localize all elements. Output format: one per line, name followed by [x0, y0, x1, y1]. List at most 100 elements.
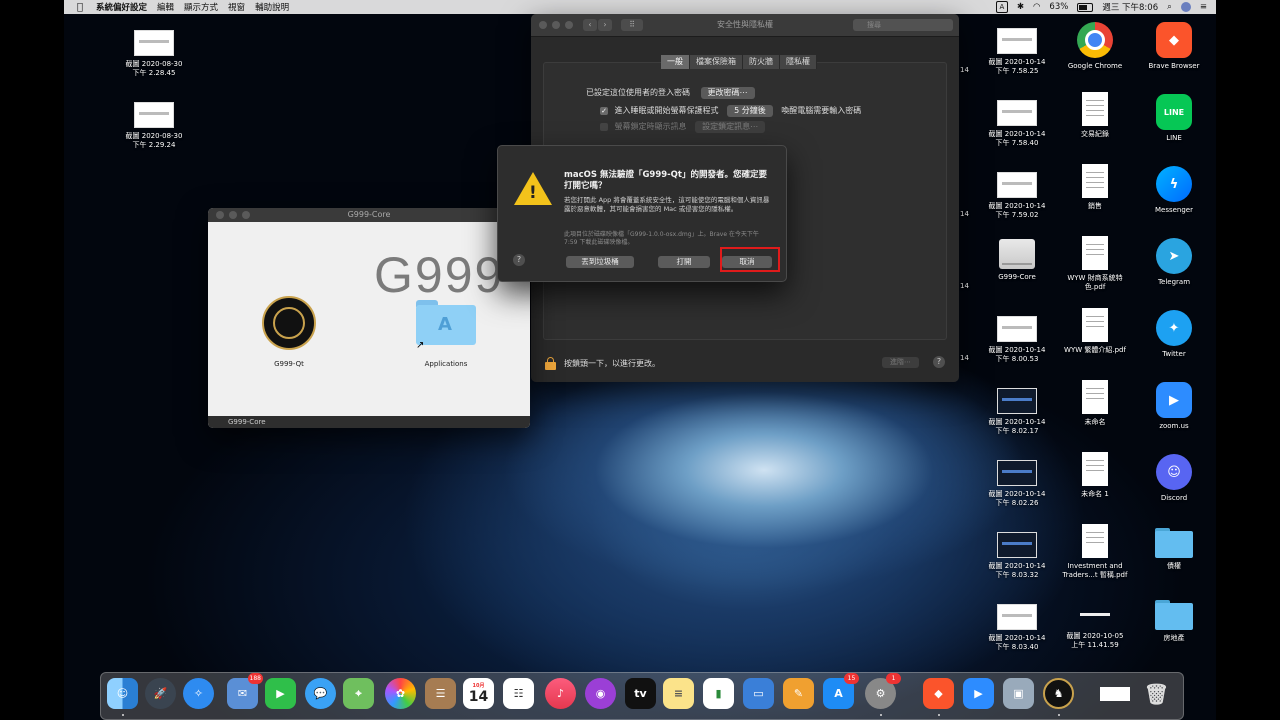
folder-icon — [1155, 600, 1193, 630]
preview-icon[interactable]: ▣ — [1003, 678, 1034, 709]
desktop-file-screenshot[interactable]: 截圖 2020-10-14 下午 8.03.40 — [982, 604, 1052, 652]
desktop-file-screenshot[interactable]: 截圖 2020-10-14 下午 8.02.26 — [982, 460, 1052, 508]
desktop-app-brave[interactable]: ◆ Brave Browser — [1139, 22, 1209, 71]
menu-app-name[interactable]: 系統偏好設定 — [96, 1, 147, 13]
input-source-icon[interactable]: A — [995, 1, 1008, 13]
desktop-disk-g999-core[interactable]: G999-Core — [982, 236, 1052, 282]
lock-icon[interactable] — [545, 357, 556, 370]
tab-filevault[interactable]: 檔案保險箱 — [690, 55, 743, 69]
tab-privacy[interactable]: 隱私權 — [780, 55, 817, 69]
contacts-icon[interactable]: ☰ — [425, 678, 456, 709]
desktop-file-screenshot[interactable]: 截圖 2020-10-14 下午 8.02.17 — [982, 388, 1052, 436]
desktop-file-screenshot[interactable]: 截圖 2020-10-05 上午 11.41.59 — [1060, 604, 1130, 650]
bluetooth-icon[interactable]: ✱ — [1017, 2, 1024, 12]
desktop-file-wyw-intro-pdf[interactable]: WYW 繁體介紹.pdf — [1060, 308, 1130, 355]
desktop-app-google-chrome[interactable]: Google Chrome — [1060, 22, 1130, 71]
desktop-file-screenshot[interactable]: 截圖 2020-10-14 下午 7.59.02 — [982, 172, 1052, 220]
desktop-file-wyw-features-pdf[interactable]: WYW 財商系統特 色.pdf — [1060, 236, 1130, 292]
require-password-checkbox[interactable]: ✓ — [600, 106, 608, 115]
apple-tv-icon[interactable]: tv — [625, 678, 656, 709]
tab-bar: 一般 檔案保險箱 防火牆 隱私權 — [661, 55, 817, 69]
tab-general[interactable]: 一般 — [661, 55, 690, 69]
desktop-file-screenshot[interactable]: 截圖 2020-10-14 下午 7.58.25 — [982, 28, 1052, 76]
finder-icon[interactable]: ☺ — [107, 678, 138, 709]
spotlight-icon[interactable]: ⌕ — [1167, 2, 1172, 12]
search-input[interactable]: 搜尋 — [853, 19, 953, 31]
discord-icon: ☺ — [1156, 454, 1192, 490]
mail-icon[interactable]: ✉ 188 — [227, 673, 263, 709]
tab-firewall[interactable]: 防火牆 — [743, 55, 780, 69]
desktop-app-zoom[interactable]: ▶ zoom.us — [1139, 382, 1209, 431]
facetime-icon[interactable]: ▶ — [265, 678, 296, 709]
pdf-icon — [1082, 236, 1108, 270]
document-icon — [1082, 452, 1108, 486]
desktop-file-investment-pdf[interactable]: Investment and Traders...t 暫稱.pdf — [1060, 524, 1130, 580]
desktop-file-screenshot[interactable]: 截圖 2020-10-14 下午 7.58.40 — [982, 100, 1052, 148]
change-password-button[interactable]: 更改密碼⋯ — [700, 87, 755, 99]
user-avatar-icon[interactable] — [1180, 2, 1191, 12]
background-title: G999 — [374, 247, 505, 303]
menu-edit[interactable]: 編輯 — [157, 1, 174, 13]
zoom-dock-icon[interactable]: ▶ — [963, 678, 994, 709]
g999-qt-dock-icon[interactable]: ♞ — [1043, 678, 1074, 709]
apple-menu-icon[interactable]:  — [74, 1, 86, 13]
g999-qt-app-icon[interactable] — [262, 296, 316, 350]
screenshot-thumbnail — [134, 30, 174, 56]
applications-folder-icon[interactable]: A — [416, 300, 476, 345]
notification-center-icon[interactable]: ≡ — [1200, 2, 1207, 12]
desktop-file-screenshot[interactable]: 截圖 2020-08-30 下午 2.29.24 — [119, 102, 189, 150]
system-preferences-icon[interactable]: ⚙ 1 — [865, 673, 901, 709]
photos-icon[interactable]: ✿ — [385, 678, 416, 709]
desktop-app-discord[interactable]: ☺ Discord — [1139, 454, 1209, 503]
menu-bar:  系統偏好設定 編輯 顯示方式 視窗 輔助說明 A ✱ ◠ 63% 週三 下午… — [64, 0, 1216, 14]
numbers-icon[interactable]: ▮ — [703, 678, 734, 709]
trash-icon[interactable]: 🗑 — [1141, 678, 1172, 709]
maps-icon[interactable]: ⌖ — [343, 678, 374, 709]
desktop-file-screenshot[interactable]: 截圖 2020-10-14 下午 8.00.53 — [982, 316, 1052, 364]
wifi-icon[interactable]: ◠ — [1033, 2, 1040, 12]
brave-dock-icon[interactable]: ◆ — [923, 678, 954, 709]
help-button[interactable]: ? — [933, 356, 945, 368]
desktop-file-untitled[interactable]: 未命名 — [1060, 380, 1130, 427]
desktop-app-messenger[interactable]: ϟ Messenger — [1139, 166, 1209, 215]
menu-view[interactable]: 顯示方式 — [184, 1, 218, 13]
menu-help[interactable]: 輔助說明 — [255, 1, 289, 13]
lock-message-checkbox[interactable] — [600, 122, 608, 131]
lock-hint: 按鎖頭一下，以進行更改。 — [564, 359, 660, 368]
advanced-button[interactable]: 進階⋯ — [882, 357, 919, 368]
battery-percent[interactable]: 63% — [1049, 2, 1068, 12]
launchpad-icon[interactable]: 🚀 — [145, 678, 176, 709]
podcasts-icon[interactable]: ◉ — [585, 678, 616, 709]
desktop-folder-bonds[interactable]: 債權 — [1139, 524, 1209, 571]
desktop-file-sales[interactable]: 銷售 — [1060, 164, 1130, 211]
desktop-file-screenshot[interactable]: 截圖 2020-10-14 下午 8.03.32 — [982, 532, 1052, 580]
desktop-file-untitled-1[interactable]: 未命名 1 — [1060, 452, 1130, 499]
keynote-icon[interactable]: ▭ — [743, 678, 774, 709]
app-store-icon[interactable]: A 15 — [823, 673, 859, 709]
require-password-suffix: 喚醒電腦需要輸入密碼 — [781, 106, 862, 115]
messages-icon[interactable]: 💬 — [305, 678, 336, 709]
battery-icon[interactable] — [1077, 2, 1094, 12]
menu-window[interactable]: 視窗 — [228, 1, 245, 13]
desktop-app-telegram[interactable]: ➤ Telegram — [1139, 238, 1209, 287]
downloads-stack-icon[interactable] — [1099, 678, 1130, 709]
open-button[interactable]: 打開 — [658, 256, 710, 268]
notes-icon[interactable]: ≡ — [663, 678, 694, 709]
desktop-folder-real-estate[interactable]: 房地產 — [1139, 596, 1209, 643]
pages-icon[interactable]: ✎ — [783, 678, 814, 709]
reminders-icon[interactable]: ☷ — [503, 678, 534, 709]
window-title: G999-Core — [347, 210, 391, 219]
applications-label: Applications — [424, 360, 468, 368]
calendar-icon[interactable]: 10月 14 — [463, 678, 494, 709]
set-lock-message-button[interactable]: 設定鎖定訊息⋯ — [695, 121, 766, 133]
move-to-trash-button[interactable]: 丟到垃圾桶 — [566, 256, 634, 268]
desktop-file-screenshot[interactable]: 截圖 2020-08-30 下午 2.28.45 — [119, 30, 189, 78]
clock[interactable]: 週三 下午8:06 — [1102, 1, 1158, 13]
desktop-app-line[interactable]: LINE LINE — [1139, 94, 1209, 143]
safari-icon[interactable]: ✧ — [183, 678, 214, 709]
require-delay-select[interactable]: 5 分鐘後 — [727, 105, 773, 117]
desktop-app-twitter[interactable]: ✦ Twitter — [1139, 310, 1209, 359]
desktop-file-trades[interactable]: 交易紀錄 — [1060, 92, 1130, 139]
help-button[interactable]: ? — [513, 254, 525, 266]
music-icon[interactable]: ♪ — [545, 678, 576, 709]
